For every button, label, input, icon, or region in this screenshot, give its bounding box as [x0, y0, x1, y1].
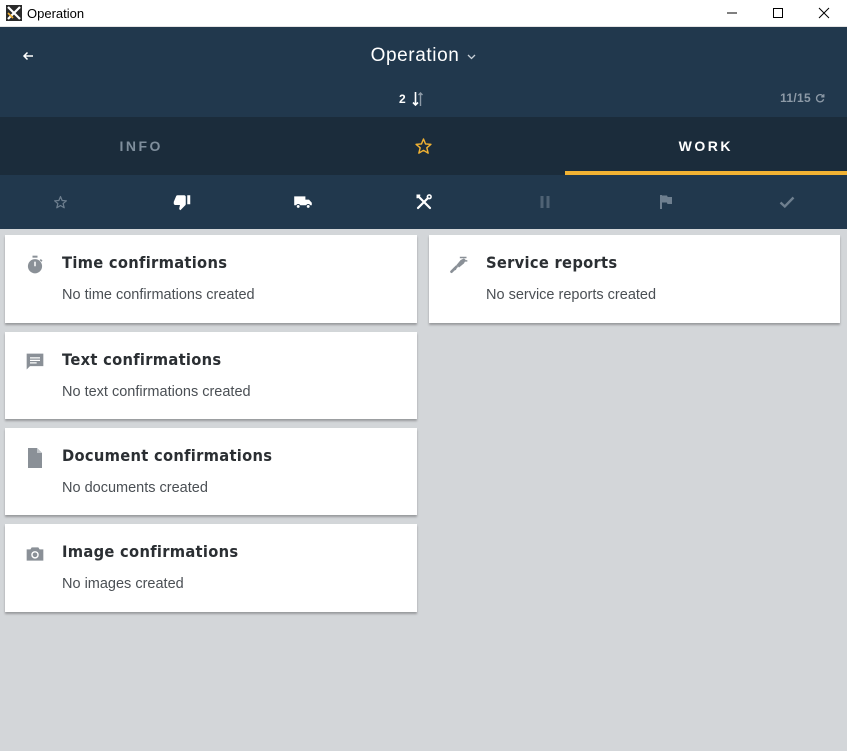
- card-subtitle: No documents created: [62, 480, 208, 496]
- service-report-icon: [448, 254, 470, 276]
- tab-work[interactable]: WORK: [564, 117, 847, 175]
- service-reports-card[interactable]: Service reports No service reports creat…: [429, 235, 840, 323]
- thumbs-down-icon: [173, 195, 190, 211]
- status-action-bar: [0, 175, 847, 229]
- close-button[interactable]: [801, 0, 847, 27]
- document-confirmations-card[interactable]: Document confirmations No documents crea…: [5, 428, 417, 515]
- card-subtitle: No time confirmations created: [62, 287, 255, 303]
- window-titlebar: Operation: [0, 0, 847, 27]
- maximize-button[interactable]: [755, 0, 801, 27]
- page-indicator: 11/15: [780, 91, 811, 105]
- card-title: Document confirmations: [62, 446, 273, 465]
- tab-info-label: INFO: [119, 138, 163, 154]
- app-logo-icon: [6, 5, 22, 21]
- star-outline-icon: [54, 195, 67, 208]
- document-icon: [24, 447, 46, 469]
- operation-selector[interactable]: Operation: [0, 45, 847, 67]
- status-reject-button[interactable]: [121, 175, 242, 229]
- chevron-down-icon: [467, 54, 476, 60]
- status-work-button[interactable]: [363, 175, 484, 229]
- check-icon: [779, 196, 794, 209]
- status-pause-button[interactable]: [484, 175, 605, 229]
- card-title: Text confirmations: [62, 350, 222, 369]
- pagination[interactable]: 11/15: [780, 91, 825, 105]
- card-title: Service reports: [486, 253, 618, 272]
- card-subtitle: No text confirmations created: [62, 384, 251, 400]
- time-confirmations-card[interactable]: Time confirmations No time confirmations…: [5, 235, 417, 323]
- item-count: 2: [399, 92, 406, 106]
- tab-info[interactable]: INFO: [0, 117, 282, 175]
- refresh-icon: [815, 94, 825, 103]
- pause-icon: [540, 196, 549, 208]
- card-subtitle: No service reports created: [486, 287, 657, 303]
- tools-icon: [416, 194, 432, 210]
- status-complete-button[interactable]: [726, 175, 847, 229]
- stopwatch-icon: [24, 254, 46, 276]
- window-title: Operation: [27, 5, 85, 21]
- minimize-icon: [727, 12, 737, 14]
- card-subtitle: No images created: [62, 576, 184, 592]
- star-icon: [415, 137, 432, 154]
- tab-work-label: WORK: [678, 138, 733, 154]
- message-icon: [24, 351, 46, 373]
- flag-icon: [659, 195, 672, 209]
- image-confirmations-card[interactable]: Image confirmations No images created: [5, 524, 417, 612]
- tab-favorites[interactable]: [282, 117, 564, 175]
- page-title: Operation: [370, 45, 460, 66]
- status-finish-button[interactable]: [605, 175, 726, 229]
- tab-bar: INFO WORK: [0, 117, 847, 175]
- sort-icon: [412, 92, 423, 107]
- work-content: Time confirmations No time confirmations…: [0, 229, 847, 751]
- status-favorite-button[interactable]: [0, 175, 121, 229]
- close-icon: [818, 7, 830, 19]
- text-confirmations-card[interactable]: Text confirmations No text confirmations…: [5, 332, 417, 419]
- status-travel-button[interactable]: [242, 175, 363, 229]
- app-header: Operation 2 11/15: [0, 27, 847, 117]
- minimize-button[interactable]: [709, 0, 755, 27]
- sort-control[interactable]: 2: [399, 91, 424, 107]
- card-title: Time confirmations: [62, 253, 228, 272]
- card-title: Image confirmations: [62, 542, 239, 561]
- camera-icon: [24, 543, 46, 565]
- maximize-icon: [773, 8, 783, 18]
- truck-icon: [293, 196, 312, 209]
